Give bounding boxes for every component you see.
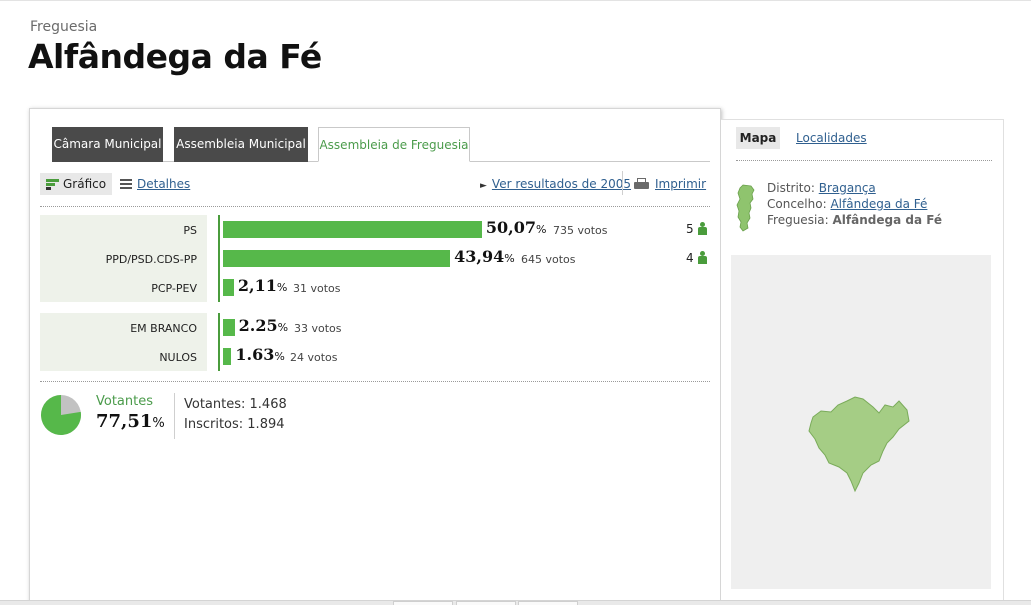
page-title: Alfândega da Fé (28, 37, 322, 76)
other-row-percent-sign: % (277, 321, 289, 334)
party-row-votes: 31 votos (293, 282, 341, 295)
print-label: Imprimir (655, 177, 707, 191)
grafico-label: Gráfico (63, 177, 107, 191)
party-row-percent: 2,11% (238, 276, 287, 295)
turnout-label: Votantes (96, 394, 154, 409)
taskbar-strip (0, 600, 1031, 605)
party-row-percent: 50,07% (486, 218, 547, 237)
turnout-percent-value: 77,51 (96, 411, 153, 432)
votantes-count: Votantes: 1.468 (184, 397, 287, 412)
party-row-percent-value: 43,94 (454, 247, 505, 266)
portugal-map-icon (736, 184, 755, 232)
other-row-votes: 33 votos (294, 322, 342, 335)
party-row-percent-value: 50,07 (485, 218, 536, 237)
turnout-percent-sign: % (152, 416, 165, 431)
concelho-row: Concelho: Alfândega da Fé (767, 197, 927, 211)
grafico-button[interactable]: Gráfico (40, 173, 112, 195)
tab-camara-municipal[interactable]: Câmara Municipal (52, 127, 163, 162)
person-icon (697, 251, 707, 264)
turnout-percent: 77,51% (96, 411, 165, 432)
distrito-link[interactable]: Bragança (819, 181, 876, 195)
view-toolbar: Gráfico Detalhes ► Ver resultados de 2005… (40, 171, 710, 197)
print-link[interactable]: Imprimir (634, 173, 706, 195)
detalhes-button[interactable]: Detalhes (120, 173, 200, 195)
other-row-bar (223, 319, 235, 336)
results-panel: Câmara Municipal Assembleia Municipal As… (29, 108, 721, 605)
parish-map-shape[interactable] (801, 393, 913, 495)
party-row-percent: 43,94% (454, 247, 515, 266)
tab-assembleia-freguesia[interactable]: Assembleia de Freguesia (318, 127, 470, 162)
other-row-votes: 24 votos (290, 351, 338, 364)
results-2005-link[interactable]: ► Ver resultados de 2005 (480, 173, 631, 195)
concelho-link[interactable]: Alfândega da Fé (830, 197, 927, 211)
party-row-bar (223, 221, 482, 238)
side-divider (736, 160, 992, 161)
results-2005-label: Ver resultados de 2005 (491, 177, 632, 191)
party-row-seats: 4 (686, 251, 707, 265)
party-row-seats-count: 5 (686, 222, 694, 236)
bar-chart-icon (46, 179, 59, 191)
arrow-right-icon: ► (480, 181, 487, 191)
freguesia-label: Freguesia: (767, 213, 829, 227)
other-row-percent-sign: % (274, 350, 285, 363)
printer-icon (634, 178, 649, 191)
other-row-label: EM BRANCO (130, 322, 197, 335)
party-row-label: PPD/PSD.CDS-PP (105, 253, 197, 266)
distrito-label: Distrito: (767, 181, 815, 195)
list-icon (120, 179, 132, 190)
election-tabs: Câmara Municipal Assembleia Municipal As… (52, 127, 710, 162)
other-row-percent-value: 2.25 (238, 316, 278, 335)
freguesia-value: Alfândega da Fé (832, 213, 943, 227)
other-row-percent-value: 1.63 (235, 345, 275, 364)
divider-bottom (40, 381, 710, 382)
location-panel: Mapa Localidades Distrito: Bragança Conc… (721, 119, 1004, 605)
party-row-seats: 5 (686, 222, 707, 236)
concelho-label: Concelho: (767, 197, 827, 211)
distrito-row: Distrito: Bragança (767, 181, 876, 195)
freguesia-row: Freguesia: Alfândega da Fé (767, 213, 942, 227)
toolbar-divider (622, 171, 623, 195)
party-row-label: PS (183, 224, 197, 237)
turnout-pie-chart (40, 395, 81, 435)
others-axis (218, 313, 220, 371)
other-row-percent: 2.25% (239, 316, 288, 335)
turnout-divider (174, 393, 175, 439)
other-row-label: NULOS (159, 351, 197, 364)
person-icon (697, 222, 707, 235)
detalhes-label: Detalhes (137, 177, 191, 191)
party-row-percent-sign: % (276, 281, 288, 294)
other-row-bar (223, 348, 232, 365)
party-row-seats-count: 4 (686, 251, 694, 265)
tab-localidades[interactable]: Localidades (796, 127, 867, 149)
party-row-bar (223, 250, 451, 267)
inscritos-count: Inscritos: 1.894 (184, 417, 285, 432)
parties-axis (218, 215, 220, 302)
party-row-label: PCP-PEV (151, 282, 197, 295)
party-row-votes: 645 votos (521, 253, 576, 266)
party-row-percent-sign: % (504, 252, 515, 265)
page-top-border (0, 0, 1031, 1)
party-row-percent-sign: % (535, 223, 547, 236)
party-row-percent-value: 2,11 (237, 276, 277, 295)
party-row-votes: 735 votos (553, 224, 608, 237)
tab-mapa[interactable]: Mapa (736, 127, 780, 149)
party-row-bar (223, 279, 234, 296)
map-view[interactable] (731, 255, 991, 589)
tab-assembleia-municipal[interactable]: Assembleia Municipal (174, 127, 308, 162)
other-row-percent: 1.63% (235, 345, 284, 364)
page-kicker: Freguesia (30, 19, 98, 35)
divider-top (40, 206, 710, 207)
